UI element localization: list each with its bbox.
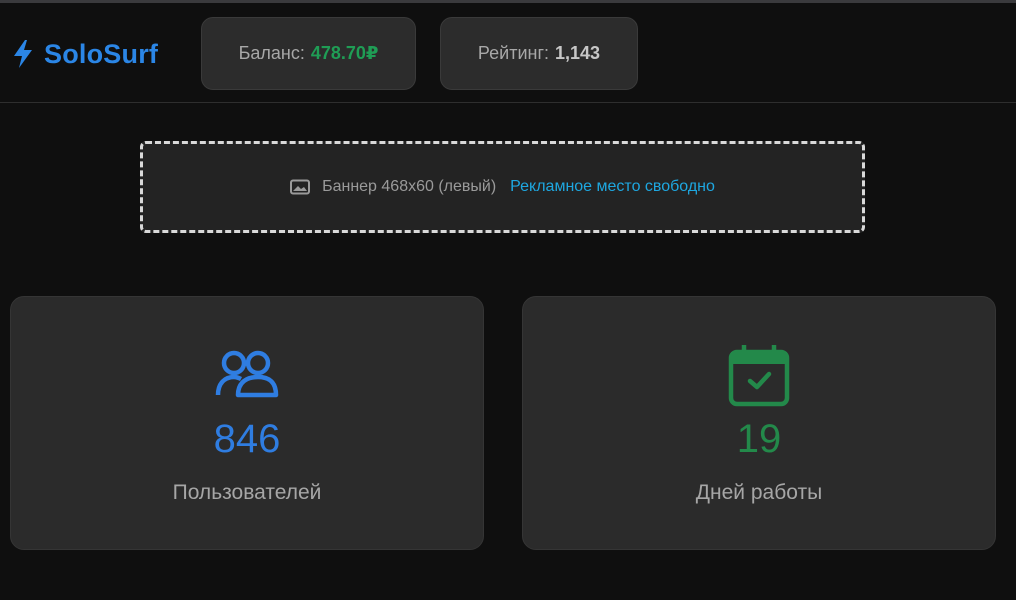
- balance-value: 478.70₽: [310, 43, 379, 63]
- users-icon: [215, 350, 279, 398]
- calendar-check-icon: [728, 345, 790, 407]
- users-label: Пользователей: [172, 481, 322, 504]
- users-count: 846: [213, 417, 281, 461]
- days-count: 19: [736, 417, 782, 461]
- days-label: Дней работы: [695, 481, 823, 504]
- bolt-icon: [14, 40, 32, 68]
- rating-pill[interactable]: Рейтинг: 1,143: [440, 17, 638, 90]
- rating-value: 1,143: [555, 43, 601, 63]
- banner-text: Баннер 468x60 (левый): [322, 178, 497, 195]
- users-stat-card: 846 Пользователей: [10, 296, 484, 550]
- balance-pill[interactable]: Баланс: 478.70₽: [201, 17, 416, 90]
- logo-text: SoloSurf: [44, 38, 159, 69]
- top-header: SoloSurf Баланс: 478.70₽ Рейтинг: 1,143: [0, 3, 1016, 103]
- ad-space-link[interactable]: Рекламное место свободно: [510, 178, 715, 196]
- image-icon: [290, 179, 312, 195]
- logo-link[interactable]: SoloSurf: [12, 36, 158, 72]
- balance-label: Баланс:: [238, 43, 305, 63]
- rating-label: Рейтинг:: [477, 43, 550, 63]
- ad-banner-slot: Баннер 468x60 (левый) Рекламное место св…: [140, 141, 865, 233]
- days-stat-card: 19 Дней работы: [522, 296, 996, 550]
